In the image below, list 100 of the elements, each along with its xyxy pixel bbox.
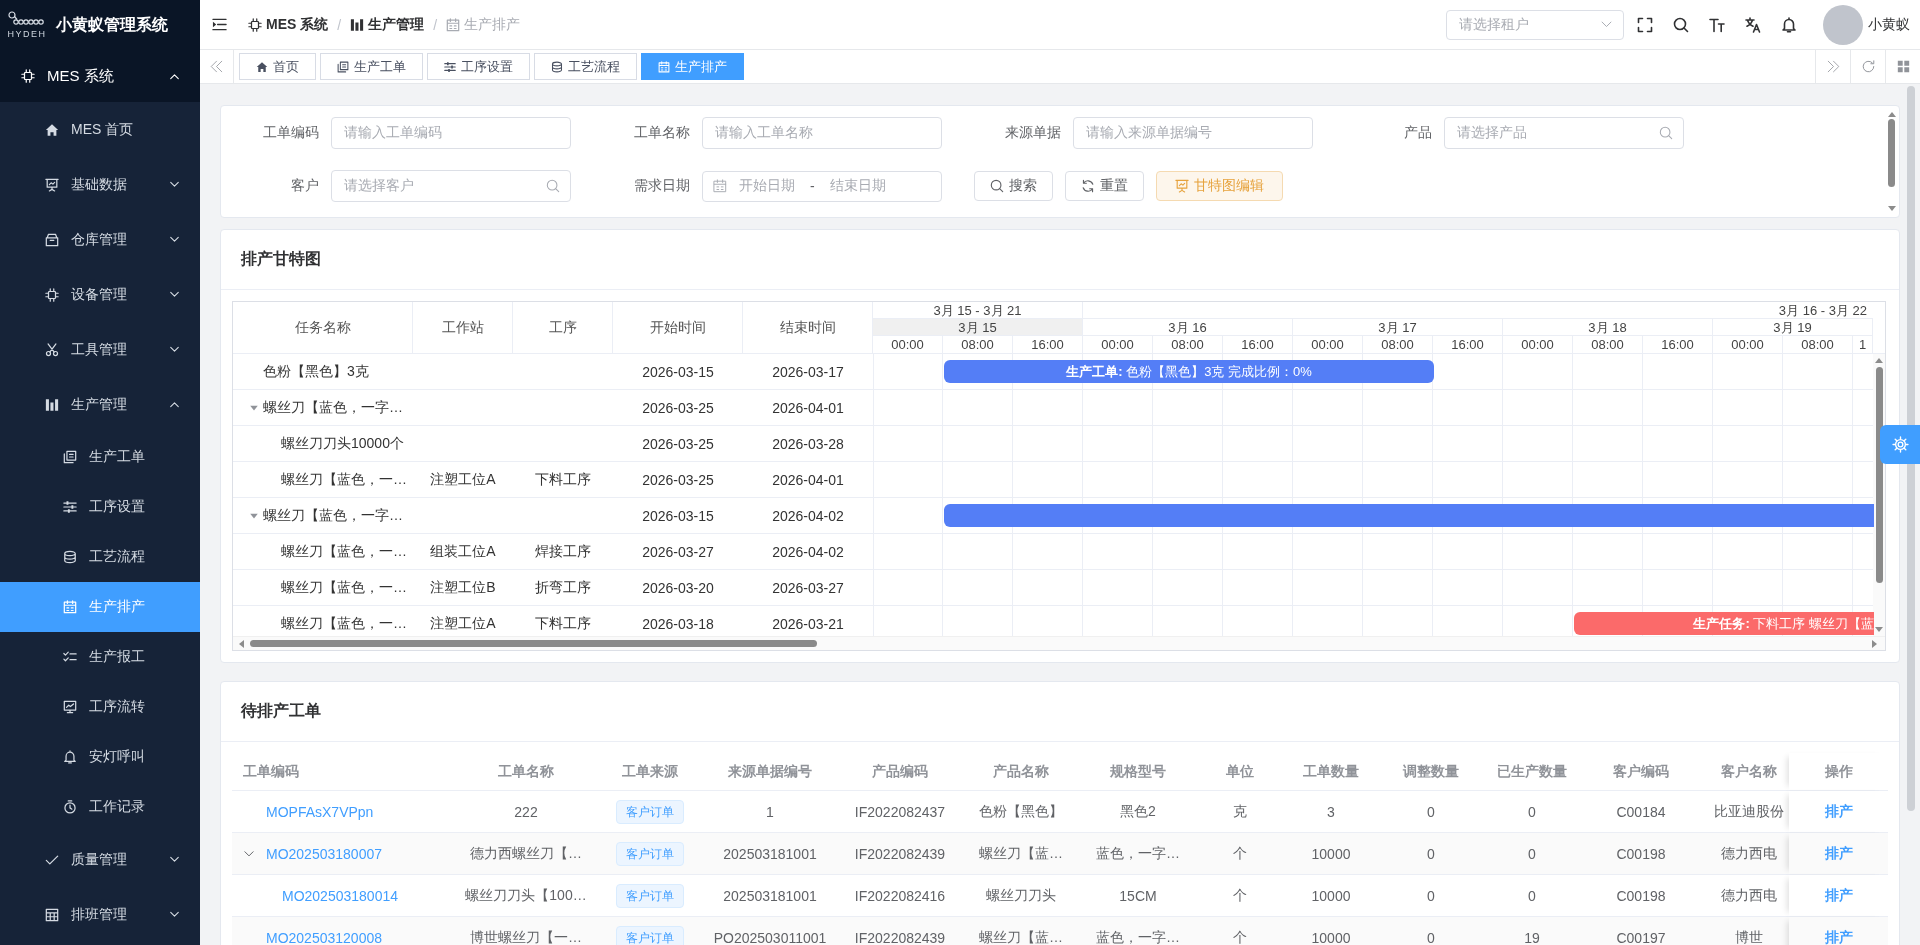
product-name: 色粉【黑色】 (979, 802, 1063, 821)
tab[interactable]: 生产工单 (320, 53, 423, 80)
customer-code: C00184 (1616, 803, 1666, 820)
search-icon (1659, 126, 1673, 140)
tab[interactable]: 工艺流程 (534, 53, 637, 80)
tab[interactable]: 工序设置 (427, 53, 530, 80)
search-button[interactable]: 搜索 (974, 171, 1053, 201)
avatar-icon[interactable] (1823, 4, 1863, 45)
menu-item[interactable]: 仓库管理 (0, 212, 200, 267)
grid-icon[interactable] (1896, 60, 1910, 73)
column-header: 结束时间 (779, 318, 836, 337)
tab[interactable]: 首页 (239, 53, 316, 80)
scroll-left-icon[interactable] (239, 639, 244, 648)
scrollbar-thumb[interactable] (1875, 367, 1883, 583)
column-header: 规格型号 (1110, 762, 1166, 781)
settings-button[interactable] (1880, 425, 1920, 464)
reset-button[interactable]: 重置 (1065, 171, 1144, 201)
scrollbar-thumb[interactable] (1888, 119, 1895, 187)
double-chevron-left-icon[interactable] (210, 60, 223, 73)
search-icon[interactable] (1673, 16, 1689, 33)
calendar-grid-icon (45, 907, 59, 922)
field-label: 来源单据 (1004, 124, 1061, 142)
scroll-up-icon[interactable] (1875, 358, 1883, 363)
column-header: 已生产数量 (1497, 762, 1567, 781)
breadcrumb-separator: / (433, 16, 437, 33)
menu-item[interactable]: 工艺流程 (0, 532, 200, 582)
workstation: 注塑工位A (430, 470, 496, 489)
scrollbar-thumb[interactable] (250, 640, 817, 647)
source-document-number: PO202503011001 (713, 929, 827, 945)
menu-item[interactable]: 生产报工 (0, 632, 200, 682)
menu-item[interactable]: MES 首页 (0, 102, 200, 157)
hour-label: 08:00 (1591, 337, 1624, 352)
end-date: 2026-04-01 (772, 471, 844, 488)
menu-icon[interactable] (212, 17, 227, 32)
calendar-icon (713, 179, 727, 193)
hour-label: 00:00 (1101, 337, 1134, 352)
sliders-icon (444, 60, 456, 73)
order-name: 博世螺丝刀【一… (470, 928, 582, 945)
menu-item[interactable]: 基础数据 (0, 157, 200, 212)
end-date: 2026-04-02 (772, 543, 844, 560)
week-label: 3月 16 - 3月 22 (1778, 302, 1867, 318)
calendar-icon (63, 600, 77, 614)
menu-item[interactable]: 工序流转 (0, 682, 200, 732)
logo-text: HYDEH (7, 29, 47, 39)
task-bar[interactable]: 生产工单: 色粉【黑色】3克 完成比例：0% (944, 360, 1434, 383)
font-size-icon[interactable] (1709, 16, 1725, 33)
menu-item[interactable]: 设备管理 (0, 267, 200, 322)
vertical-scrollbar[interactable] (1873, 354, 1885, 636)
hour-label: 08:00 (1381, 337, 1414, 352)
workstation: 注塑工位A (430, 614, 496, 633)
end-date: 2026-03-17 (772, 363, 844, 380)
user-name[interactable]: 小黄蚁 (1868, 15, 1910, 34)
translate-icon[interactable] (1745, 16, 1761, 33)
product-code: IF2022082416 (854, 887, 946, 904)
source-tag: 客户订单 (616, 883, 684, 908)
documents-icon (337, 60, 349, 73)
fullscreen-icon[interactable] (1637, 16, 1653, 33)
menu-item[interactable]: MES 系统 (0, 50, 200, 102)
scroll-right-icon[interactable] (1872, 639, 1877, 648)
menu-item[interactable]: 工具管理 (0, 322, 200, 377)
column-header: 调整数量 (1403, 762, 1459, 781)
double-chevron-right-icon[interactable] (1826, 60, 1840, 73)
hour-label: 08:00 (1801, 337, 1834, 352)
field-label: 需求日期 (633, 177, 690, 195)
hour-label: 08:00 (961, 337, 994, 352)
breadcrumb-item[interactable]: 生产管理 (350, 15, 425, 34)
menu-item[interactable]: 排班管理 (0, 887, 200, 942)
column-header: 工单名称 (498, 762, 554, 781)
column-header: 操作 (1824, 762, 1853, 781)
produced-quantity: 0 (1528, 803, 1536, 820)
column-header: 客户编码 (1613, 762, 1669, 781)
end-date: 2026-03-21 (772, 615, 844, 632)
scrollbar-thumb[interactable] (1907, 86, 1915, 811)
produced-quantity: 19 (1524, 929, 1540, 945)
column-header: 来源单据编号 (728, 762, 812, 781)
menu-item[interactable]: 生产工单 (0, 432, 200, 482)
breadcrumb-item[interactable]: MES 系统 (248, 15, 329, 34)
bell-icon (63, 750, 77, 764)
adjusted-quantity: 0 (1427, 803, 1435, 820)
menu-item[interactable]: 质量管理 (0, 832, 200, 887)
menu-item[interactable]: 工序设置 (0, 482, 200, 532)
monitor-chart-icon (63, 700, 77, 714)
notification-bell-icon[interactable] (1781, 16, 1797, 33)
start-date: 2026-03-15 (642, 363, 714, 380)
column-header: 工作站 (441, 318, 484, 337)
day-header: 3月 18 (1503, 319, 1713, 335)
menu-item[interactable]: 安灯呼叫 (0, 732, 200, 782)
task-name: 色粉【黑色】3克 (263, 362, 369, 381)
menu-item[interactable]: 生产管理 (0, 377, 200, 432)
end-date: 2026-04-02 (772, 507, 844, 524)
product-code: IF2022082439 (854, 845, 946, 862)
horizontal-scrollbar[interactable] (233, 636, 1885, 650)
menu-item[interactable]: 工作记录 (0, 782, 200, 832)
task-name: 螺丝刀【蓝色，一字… (263, 506, 403, 525)
scroll-down-icon[interactable] (1887, 206, 1896, 211)
day-header: 3月 16 (1083, 319, 1293, 335)
refresh-icon[interactable] (1861, 60, 1875, 73)
order-quantity: 3 (1327, 803, 1335, 820)
process-name: 下料工序 (535, 614, 591, 633)
workstation: 组装工位A (430, 542, 496, 561)
